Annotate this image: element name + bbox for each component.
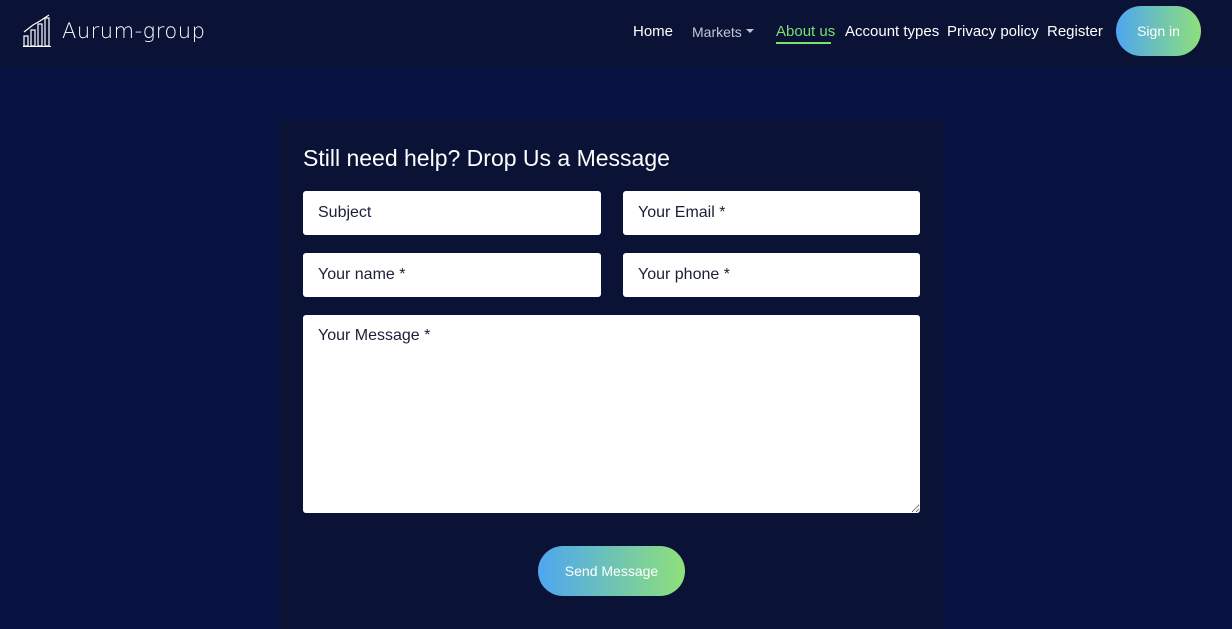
form-title: Still need help? Drop Us a Message: [303, 145, 670, 171]
nav-markets[interactable]: Markets: [692, 24, 754, 40]
nav-register[interactable]: Register: [1047, 23, 1103, 40]
nav-home[interactable]: Home: [633, 23, 673, 40]
phone-field[interactable]: [623, 253, 920, 297]
message-field[interactable]: [303, 315, 920, 513]
subject-field[interactable]: [303, 191, 601, 235]
name-field[interactable]: [303, 253, 601, 297]
send-message-button[interactable]: Send Message: [538, 546, 685, 596]
contact-form-card: Still need help? Drop Us a Message Send …: [278, 120, 944, 629]
active-nav-underline: [776, 42, 831, 44]
nav-about-us[interactable]: About us: [776, 23, 835, 40]
nav-markets-label: Markets: [692, 24, 742, 40]
caret-down-icon: [745, 29, 754, 34]
nav-account-types[interactable]: Account types: [845, 23, 939, 40]
brand-name: Aurum-group: [62, 18, 206, 43]
top-navbar: Aurum-group Home Markets About us Accoun…: [0, 0, 1232, 67]
email-field[interactable]: [623, 191, 920, 235]
brand-logo[interactable]: Aurum-group: [22, 14, 205, 47]
bar-chart-logo-icon: [22, 14, 52, 47]
nav-privacy-policy[interactable]: Privacy policy: [947, 23, 1039, 40]
sign-in-button[interactable]: Sign in: [1116, 6, 1201, 56]
